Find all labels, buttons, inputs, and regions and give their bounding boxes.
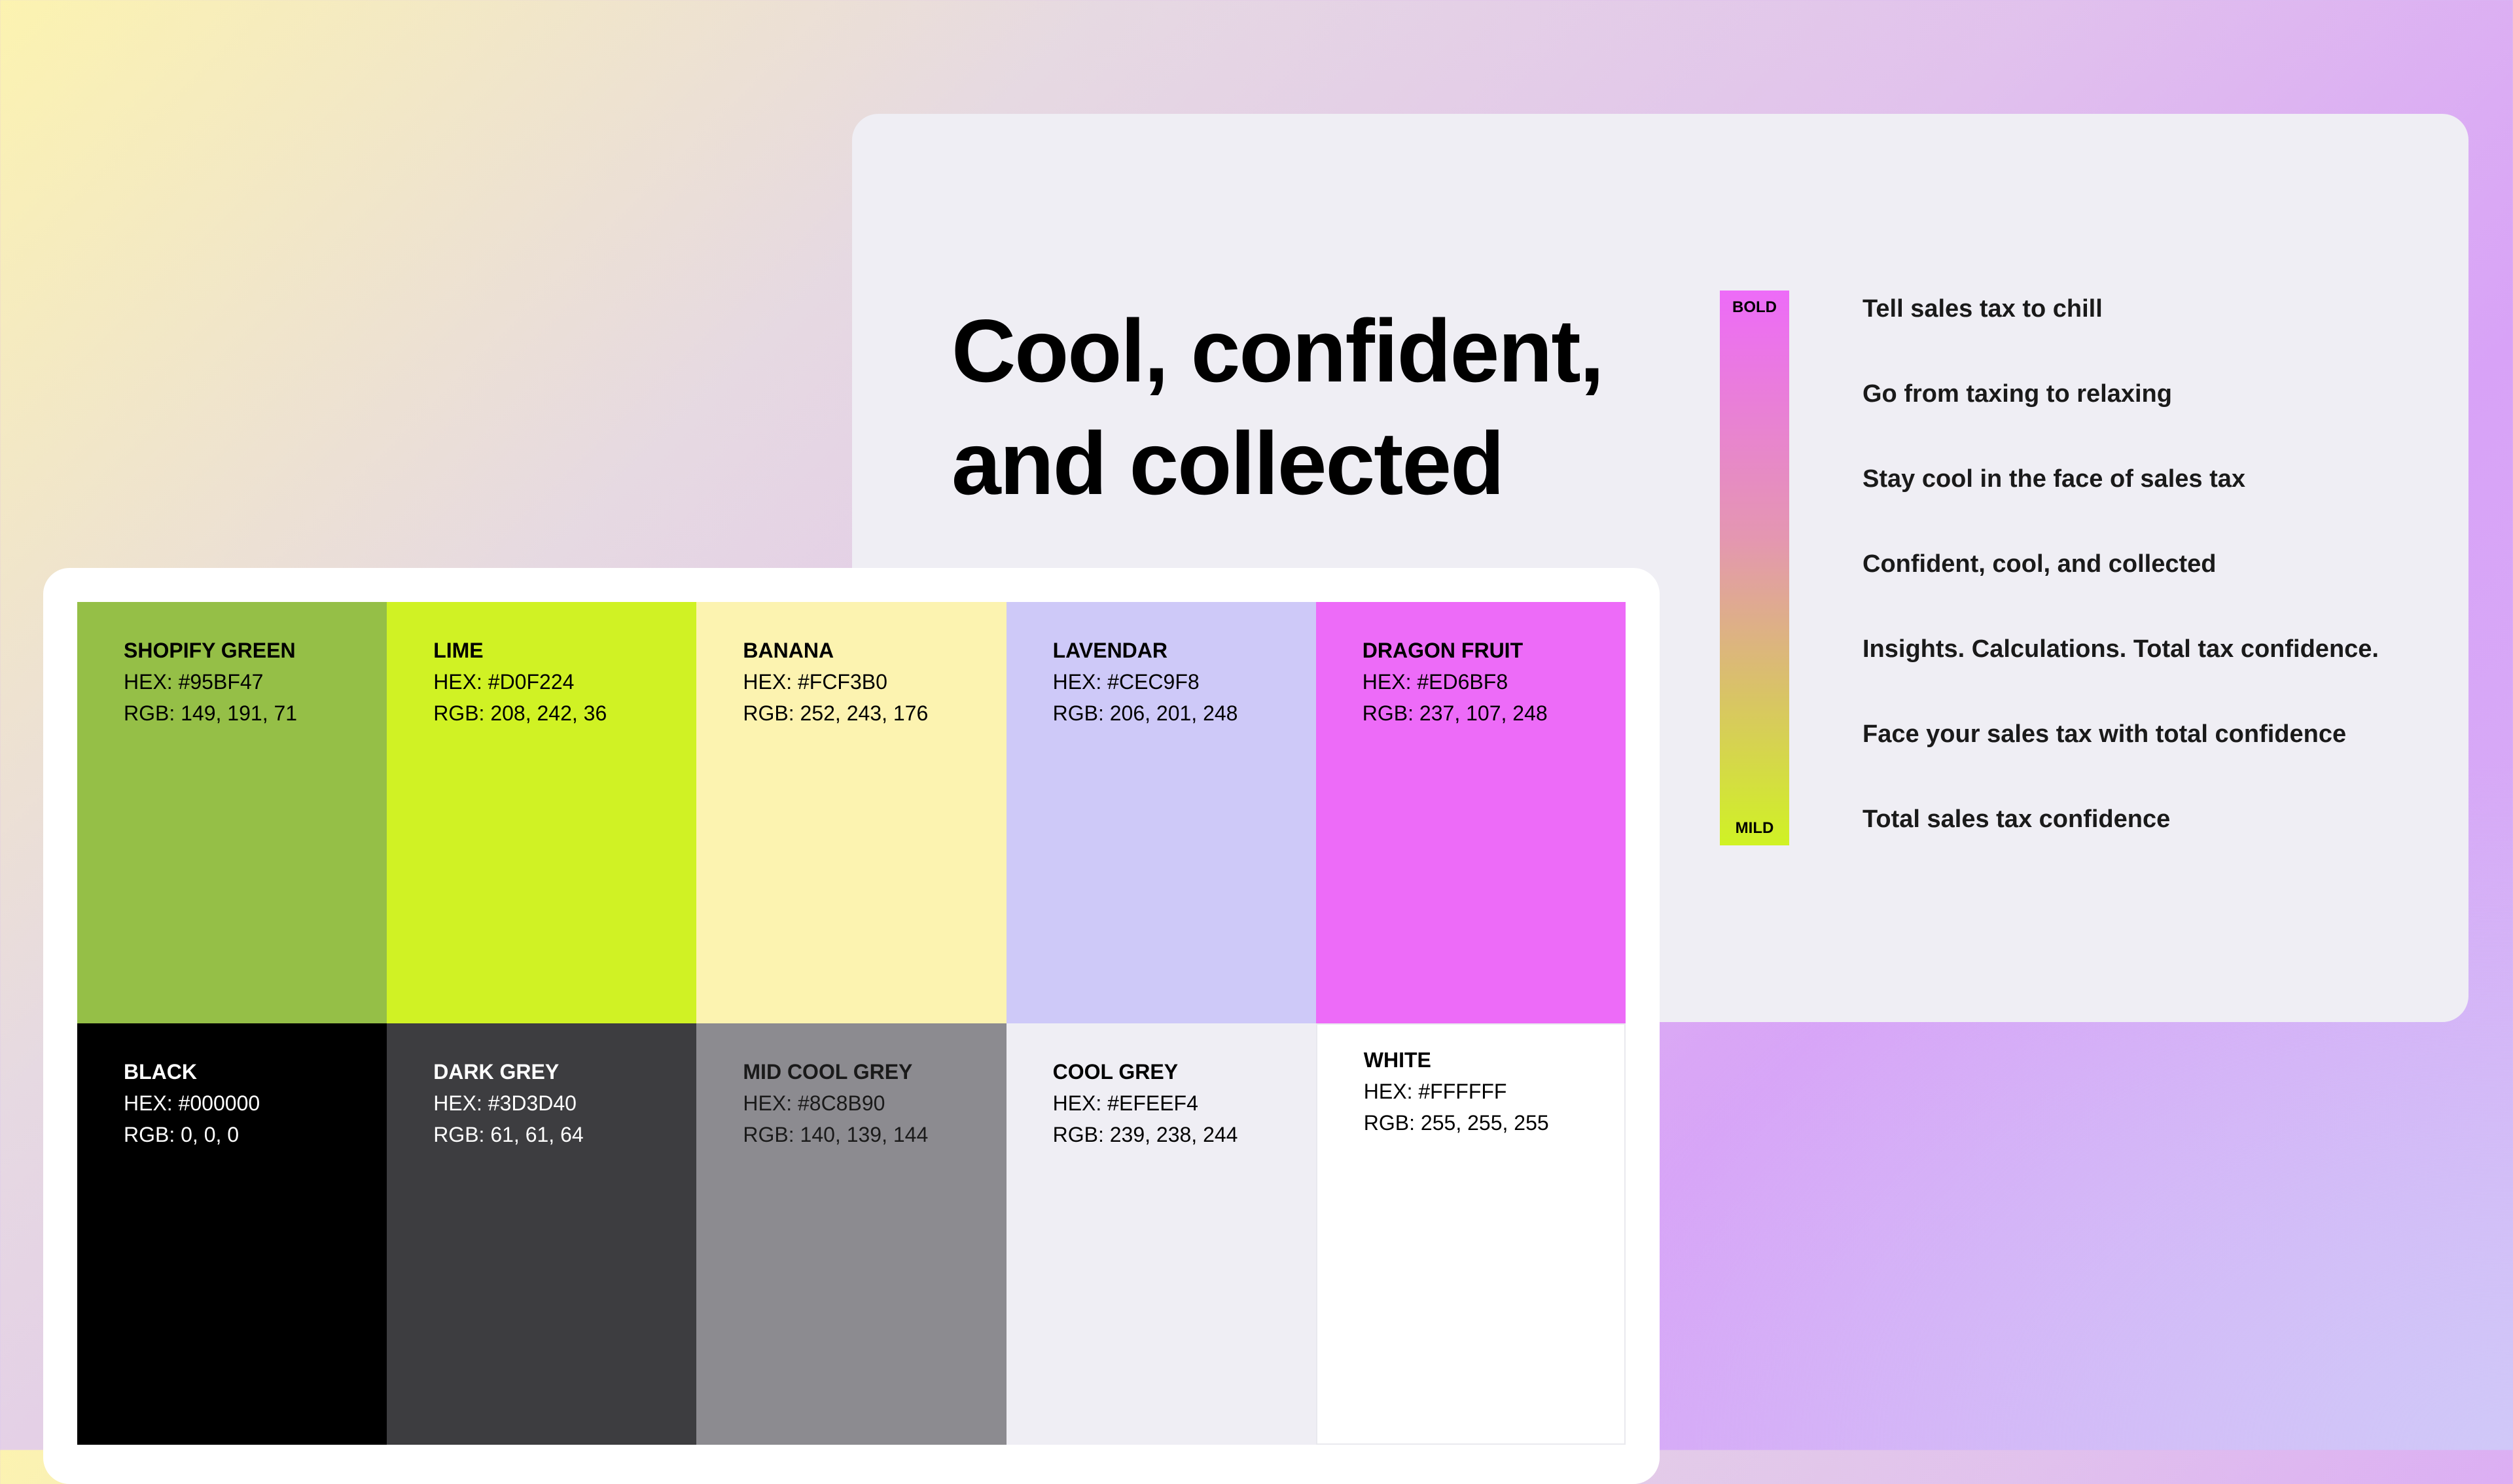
swatch-dark-grey: DARK GREY HEX: #3D3D40 RGB: 61, 61, 64 <box>387 1023 697 1445</box>
tagline-item: Stay cool in the face of sales tax <box>1862 465 2245 493</box>
headline-line-2: and collected <box>952 414 1505 513</box>
swatch-name: COOL GREY <box>1052 1060 1179 1084</box>
swatch-rgb: RGB: 206, 201, 248 <box>1052 701 1238 725</box>
swatch-hex: HEX: #FCF3B0 <box>743 670 887 694</box>
swatch-cool-grey: COOL GREY HEX: #EFEEF4 RGB: 239, 238, 24… <box>1006 1023 1316 1445</box>
tagline-item: Total sales tax confidence <box>1862 805 2171 833</box>
swatch-rgb: RGB: 237, 107, 248 <box>1362 701 1548 725</box>
tagline-item: Tell sales tax to chill <box>1862 295 2103 323</box>
scale-label-mild: MILD <box>1735 819 1774 837</box>
bold-mild-scale: BOLD MILD <box>1720 291 1789 845</box>
swatch-rgb: RGB: 61, 61, 64 <box>433 1123 584 1146</box>
color-swatch-grid: SHOPIFY GREEN HEX: #95BF47 RGB: 149, 191… <box>77 602 1626 1445</box>
swatch-hex: HEX: #ED6BF8 <box>1362 670 1508 694</box>
swatch-name: LAVENDAR <box>1052 639 1167 662</box>
swatch-hex: HEX: #3D3D40 <box>433 1091 577 1115</box>
swatch-rgb: RGB: 140, 139, 144 <box>743 1123 929 1146</box>
swatch-name: BANANA <box>743 639 834 662</box>
swatch-rgb: RGB: 239, 238, 244 <box>1052 1123 1238 1146</box>
swatch-rgb: RGB: 208, 242, 36 <box>433 701 607 725</box>
swatch-rgb: RGB: 255, 255, 255 <box>1363 1111 1549 1135</box>
swatch-hex: HEX: #D0F224 <box>433 670 575 694</box>
swatch-name: SHOPIFY GREEN <box>124 639 296 662</box>
swatch-hex: HEX: #000000 <box>124 1091 260 1115</box>
swatch-name: DARK GREY <box>433 1060 560 1084</box>
swatch-rgb: RGB: 252, 243, 176 <box>743 701 929 725</box>
swatch-dragon-fruit: DRAGON FRUIT HEX: #ED6BF8 RGB: 237, 107,… <box>1315 602 1626 1023</box>
swatch-hex: HEX: #CEC9F8 <box>1052 670 1200 694</box>
swatch-rgb: RGB: 149, 191, 71 <box>124 701 298 725</box>
swatch-shopify-green: SHOPIFY GREEN HEX: #95BF47 RGB: 149, 191… <box>77 602 387 1023</box>
swatch-hex: HEX: #FFFFFF <box>1363 1080 1507 1103</box>
scale-label-bold: BOLD <box>1732 298 1777 316</box>
swatch-lime: LIME HEX: #D0F224 RGB: 208, 242, 36 <box>387 602 697 1023</box>
swatch-rgb: RGB: 0, 0, 0 <box>124 1123 240 1146</box>
swatch-banana: BANANA HEX: #FCF3B0 RGB: 252, 243, 176 <box>696 602 1007 1023</box>
swatch-black: BLACK HEX: #000000 RGB: 0, 0, 0 <box>77 1023 387 1445</box>
swatch-name: WHITE <box>1363 1048 1431 1072</box>
swatch-name: MID COOL GREY <box>743 1060 913 1084</box>
swatch-name: BLACK <box>124 1060 197 1084</box>
tagline-item: Confident, cool, and collected <box>1862 550 2217 578</box>
swatch-name: LIME <box>433 639 484 662</box>
tagline-list: Tell sales tax to chill Go from taxing t… <box>1862 283 2379 878</box>
swatch-lavendar: LAVENDAR HEX: #CEC9F8 RGB: 206, 201, 248 <box>1006 602 1316 1023</box>
swatch-hex: HEX: #8C8B90 <box>743 1091 885 1115</box>
swatch-white: WHITE HEX: #FFFFFF RGB: 255, 255, 255 <box>1315 1023 1626 1445</box>
tagline-item: Face your sales tax with total confidenc… <box>1862 720 2347 748</box>
swatch-hex: HEX: #95BF47 <box>124 670 264 694</box>
swatch-name: DRAGON FRUIT <box>1362 639 1524 662</box>
swatch-mid-cool-grey: MID COOL GREY HEX: #8C8B90 RGB: 140, 139… <box>696 1023 1007 1445</box>
tagline-item: Insights. Calculations. Total tax confid… <box>1862 635 2379 663</box>
swatch-hex: HEX: #EFEEF4 <box>1052 1091 1198 1115</box>
headline: Cool, confident, and collected <box>952 294 1671 520</box>
headline-line-1: Cool, confident, <box>952 301 1604 400</box>
tagline-item: Go from taxing to relaxing <box>1862 380 2172 408</box>
color-palette-card: SHOPIFY GREEN HEX: #95BF47 RGB: 149, 191… <box>43 568 1660 1484</box>
